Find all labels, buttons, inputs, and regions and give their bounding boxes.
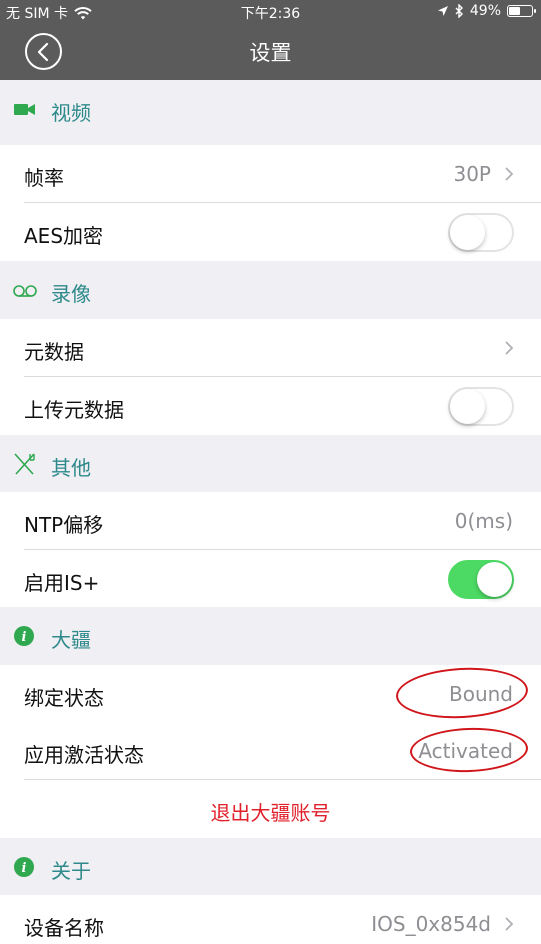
aes-toggle[interactable]	[448, 213, 514, 252]
bind-status-label: 绑定状态	[24, 686, 104, 710]
row-aes-encryption: AES加密	[0, 203, 541, 261]
aes-label: AES加密	[24, 224, 104, 248]
fork-knife-icon	[14, 453, 35, 475]
voicemail-icon	[13, 285, 37, 297]
video-camera-icon	[14, 104, 35, 115]
chevron-right-icon	[505, 341, 514, 355]
status-bar: 无 SIM 卡 下午2:36 49%	[0, 0, 541, 22]
location-icon	[437, 6, 448, 16]
section-header-video: 视频	[0, 80, 541, 138]
section-header-dji: i 大疆	[0, 607, 541, 665]
device-name-label: 设备名称	[24, 916, 104, 940]
upload-metadata-label: 上传元数据	[24, 398, 124, 422]
chevron-right-icon	[505, 167, 514, 181]
section-title-record: 录像	[51, 282, 91, 306]
page-title: 设置	[249, 41, 292, 65]
row-metadata[interactable]: 元数据	[0, 319, 541, 377]
battery-level	[509, 7, 520, 15]
battery-icon	[507, 5, 536, 17]
frame-rate-label: 帧率	[24, 166, 64, 190]
section-title-other: 其他	[51, 456, 91, 480]
row-ntp-offset[interactable]: NTP偏移 0(ms)	[0, 492, 541, 550]
ntp-label: NTP偏移	[24, 513, 104, 537]
toggle-knob	[477, 562, 512, 597]
info-icon: i	[14, 626, 34, 646]
is-plus-toggle[interactable]	[448, 560, 514, 599]
row-upload-metadata: 上传元数据	[0, 377, 541, 435]
section-header-about: i 关于	[0, 838, 541, 896]
section-title-about: 关于	[51, 859, 91, 883]
frame-rate-value: 30P	[453, 162, 491, 186]
status-right: 49%	[437, 3, 536, 19]
svg-text:i: i	[22, 861, 27, 876]
is-plus-label: 启用IS+	[24, 571, 100, 595]
svg-text:i: i	[22, 630, 27, 645]
section-header-other: 其他	[0, 435, 541, 493]
battery-percent: 49%	[469, 3, 501, 19]
upload-metadata-toggle[interactable]	[448, 387, 514, 426]
info-icon: i	[14, 857, 34, 877]
section-title-video: 视频	[51, 101, 91, 125]
device-name-value: IOS_0x854d	[371, 912, 491, 936]
section-header-record: 录像	[0, 261, 541, 319]
bluetooth-icon	[455, 4, 463, 18]
activation-status-label: 应用激活状态	[24, 743, 144, 767]
ntp-value: 0(ms)	[454, 509, 513, 533]
row-frame-rate[interactable]: 帧率 30P	[0, 145, 541, 203]
chevron-right-icon	[505, 917, 514, 931]
row-device-name[interactable]: 设备名称 IOS_0x854d	[0, 895, 541, 944]
toggle-knob	[450, 215, 485, 250]
row-is-plus: 启用IS+	[0, 550, 541, 608]
section-title-dji: 大疆	[51, 628, 91, 652]
toggle-knob	[450, 389, 485, 424]
dji-logout-button[interactable]: 退出大疆账号	[0, 780, 541, 838]
nav-bar: 设置	[0, 22, 541, 80]
metadata-label: 元数据	[24, 340, 84, 364]
